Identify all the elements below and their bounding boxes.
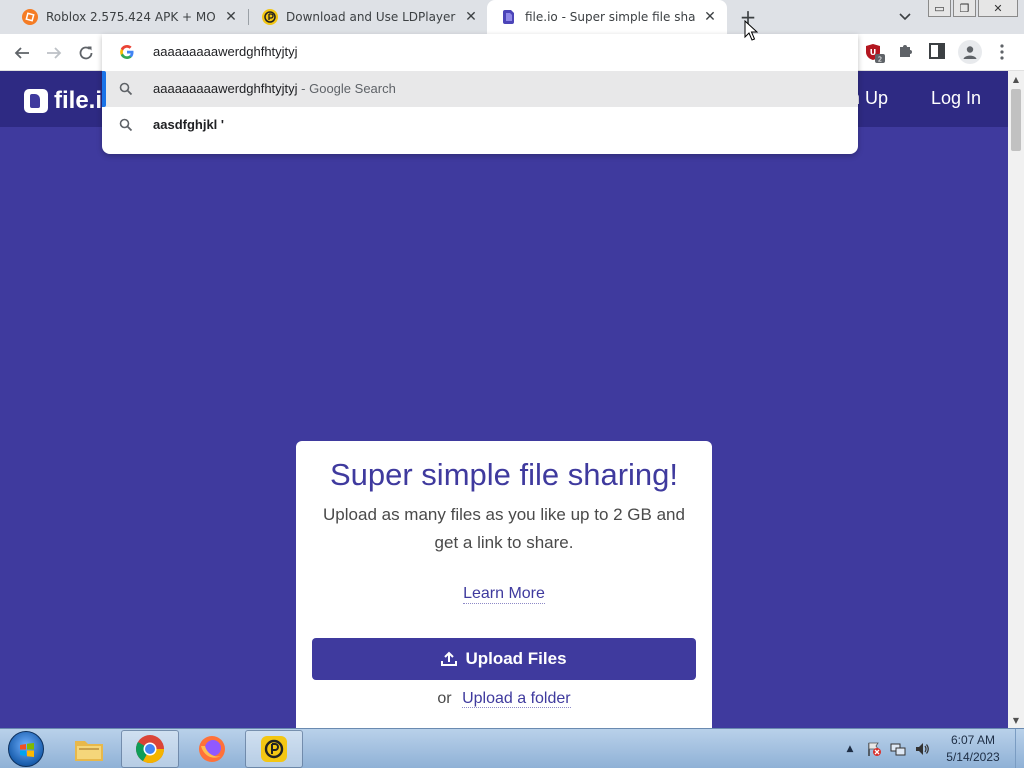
close-tab-icon[interactable]: ✕	[701, 8, 719, 26]
scroll-thumb[interactable]	[1011, 89, 1021, 151]
hero-section: Super simple file sharing! Upload as man…	[0, 127, 1008, 741]
tab-ldplayer[interactable]: Download and Use LDPlayer on P ✕	[248, 0, 488, 34]
clock-time: 6:07 AM	[950, 733, 996, 747]
tab-title: Download and Use LDPlayer on P	[286, 10, 456, 24]
search-icon	[119, 82, 133, 96]
window-minimize-button[interactable]: ▭	[928, 0, 951, 17]
search-icon	[119, 118, 133, 132]
taskbar-windows-explorer[interactable]	[60, 730, 118, 768]
show-hidden-icons-arrow-icon[interactable]: ▲	[842, 741, 858, 757]
system-clock[interactable]: 6:07 AM 5/14/2023	[930, 732, 1016, 766]
tab-title: file.io - Super simple file sharing	[525, 10, 695, 24]
tab-title: Roblox 2.575.424 APK + MOD [M	[46, 10, 216, 24]
close-tab-icon[interactable]: ✕	[222, 8, 240, 26]
back-arrow-icon	[14, 47, 29, 59]
side-panel-icon[interactable]	[928, 42, 948, 62]
hero-title: Super simple file sharing!	[329, 457, 679, 492]
browser-tab-strip: Roblox 2.575.424 APK + MOD [M ✕ Download…	[0, 0, 1024, 34]
start-button[interactable]	[8, 731, 44, 767]
window-maximize-button[interactable]: ❐	[953, 0, 976, 17]
upload-icon	[441, 651, 458, 666]
back-button[interactable]	[9, 40, 35, 66]
selection-indicator	[102, 71, 106, 107]
mouse-cursor-icon	[744, 20, 758, 41]
volume-speaker-icon[interactable]	[914, 741, 930, 757]
network-icon[interactable]	[890, 741, 906, 757]
tab-search-chevron-icon[interactable]	[895, 8, 915, 26]
browser-menu-kebab-icon[interactable]	[992, 42, 1012, 62]
chrome-icon	[136, 735, 164, 763]
taskbar-firefox[interactable]	[183, 730, 241, 768]
log-in-link[interactable]: Log In	[931, 88, 981, 109]
windows-taskbar: ▲ 6:07 AM 5/14/2023	[0, 728, 1024, 768]
profile-avatar-icon[interactable]	[958, 40, 982, 64]
omnibox-suggestion[interactable]: aasdfghjkl '	[102, 107, 858, 143]
window-close-button[interactable]: ✕	[978, 0, 1018, 17]
or-text: or	[437, 690, 452, 707]
tab-roblox[interactable]: Roblox 2.575.424 APK + MOD [M ✕	[8, 0, 248, 34]
google-g-icon	[120, 45, 134, 59]
windows-logo-icon	[20, 743, 34, 757]
page-scrollbar[interactable]: ▲ ▼	[1008, 71, 1024, 728]
upload-files-button[interactable]: Upload Files	[312, 638, 696, 680]
close-tab-icon[interactable]: ✕	[462, 8, 480, 26]
reload-icon	[79, 46, 93, 60]
suggestion-text: aasdfghjkl '	[153, 117, 224, 132]
forward-arrow-icon	[47, 47, 62, 59]
firefox-icon	[199, 736, 225, 762]
extensions-puzzle-icon[interactable]	[897, 42, 917, 62]
taskbar-ldplayer[interactable]	[245, 730, 303, 768]
forward-button[interactable]	[41, 40, 67, 66]
scroll-up-arrow-icon[interactable]: ▲	[1008, 71, 1024, 87]
taskbar-google-chrome[interactable]	[121, 730, 179, 768]
upload-files-label: Upload Files	[465, 649, 567, 668]
reload-button[interactable]	[73, 40, 99, 66]
folder-icon	[75, 741, 103, 761]
ldplayer-icon	[261, 736, 287, 762]
roblox-favicon-icon	[22, 9, 38, 25]
fileio-favicon-icon	[501, 9, 517, 25]
learn-more-link[interactable]: Learn More	[463, 585, 545, 604]
extension-shield-icon[interactable]: U2	[864, 42, 885, 64]
omnibox-dropdown: aaaaaaaaawerdghfhtyjtyj aaaaaaaaawerdghf…	[102, 34, 858, 154]
tab-fileio[interactable]: file.io - Super simple file sharing ✕	[487, 0, 727, 34]
suggestion-suffix: - Google Search	[297, 81, 396, 96]
show-desktop-button[interactable]	[1015, 729, 1024, 768]
fileio-logo-icon	[24, 89, 48, 113]
scroll-down-arrow-icon[interactable]: ▼	[1008, 712, 1024, 728]
address-bar-input-value: aaaaaaaaawerdghfhtyjtyj	[153, 44, 298, 59]
upload-card: Super simple file sharing! Upload as man…	[296, 441, 712, 741]
omnibox-suggestion[interactable]: aaaaaaaaawerdghfhtyjtyj - Google Search	[102, 71, 858, 107]
extension-badge-count: 2	[878, 56, 882, 64]
suggestion-text: aaaaaaaaawerdghfhtyjtyj	[153, 81, 298, 96]
action-center-flag-icon[interactable]	[866, 741, 882, 757]
ldplayer-favicon-icon	[262, 9, 278, 25]
clock-date: 5/14/2023	[946, 750, 1000, 764]
upload-folder-link[interactable]: Upload a folder	[462, 690, 571, 708]
hero-subtitle: Upload as many files as you like up to 2…	[323, 505, 685, 552]
